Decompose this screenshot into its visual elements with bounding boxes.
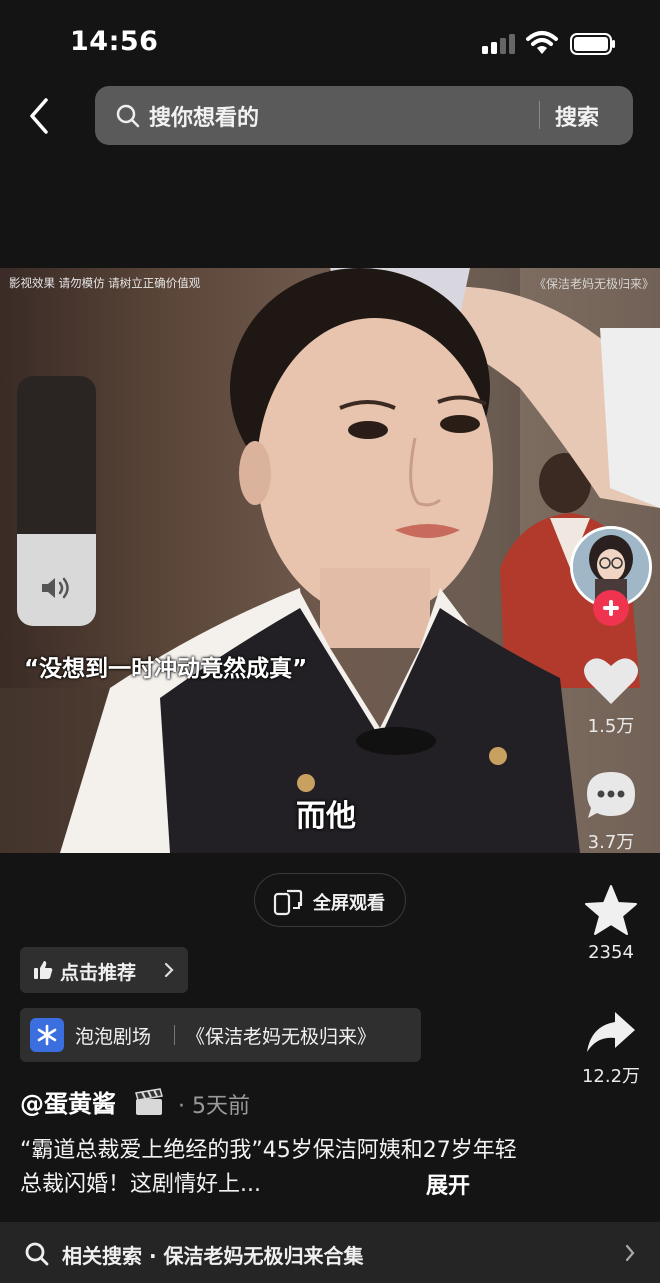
status-bar: 14:56 bbox=[0, 0, 660, 86]
comment-icon bbox=[587, 772, 635, 818]
video-subtitle: 而他 bbox=[296, 799, 356, 834]
video-disclaimer: 影视效果 请勿模仿 请树立正确价值观 bbox=[9, 276, 201, 290]
author-name[interactable]: @蛋黄酱 bbox=[20, 1084, 116, 1119]
search-bar[interactable]: 搜你想看的 搜索 bbox=[95, 86, 633, 145]
battery-icon bbox=[570, 33, 615, 55]
wifi-icon bbox=[526, 31, 558, 54]
heart-icon bbox=[584, 658, 638, 704]
drama-source: 泡泡剧场 bbox=[75, 1026, 152, 1048]
expand-button[interactable]: 展开 bbox=[426, 1168, 470, 1200]
recommend-label: 点击推荐 bbox=[60, 962, 137, 984]
share-count: 12.2万 bbox=[581, 1066, 641, 1087]
chevron-right-icon bbox=[164, 962, 174, 978]
clapperboard-icon bbox=[135, 1088, 163, 1115]
comment-count: 3.7万 bbox=[587, 832, 635, 853]
fullscreen-label: 全屏观看 bbox=[313, 893, 385, 914]
fullscreen-icon bbox=[273, 889, 303, 916]
speaker-icon bbox=[42, 577, 69, 599]
follow-button[interactable] bbox=[593, 590, 629, 626]
drama-link[interactable]: 泡泡剧场 《保洁老妈无极归来》 bbox=[20, 1008, 421, 1062]
like-button[interactable]: 1.5万 bbox=[571, 654, 651, 738]
video-frame-image bbox=[0, 268, 660, 853]
back-button[interactable] bbox=[22, 96, 58, 136]
comment-button[interactable]: 3.7万 bbox=[571, 768, 651, 854]
cellular-signal-icon bbox=[482, 34, 518, 54]
like-count: 1.5万 bbox=[587, 716, 635, 737]
volume-slider[interactable] bbox=[17, 376, 96, 626]
related-search-bar[interactable]: 相关搜索 · 保洁老妈无极归来合集 bbox=[0, 1222, 660, 1283]
favorite-button[interactable]: 2354 bbox=[571, 884, 651, 963]
search-button[interactable]: 搜索 bbox=[555, 100, 599, 132]
recommend-button[interactable]: 点击推荐 bbox=[20, 947, 188, 993]
video-watermark: 《保洁老妈无极归来》 bbox=[533, 277, 654, 291]
related-search-text: 相关搜索 · 保洁老妈无极归来合集 bbox=[62, 1244, 364, 1268]
status-time: 14:56 bbox=[70, 26, 159, 57]
favorite-count: 2354 bbox=[588, 942, 634, 963]
drama-title: 《保洁老妈无极归来》 bbox=[186, 1026, 377, 1048]
search-icon bbox=[25, 1242, 49, 1266]
quote-caption: “没想到一时冲动竟然成真” bbox=[24, 656, 308, 682]
chevron-right-icon bbox=[625, 1244, 635, 1262]
fullscreen-button[interactable]: 全屏观看 bbox=[254, 873, 406, 927]
drama-divider bbox=[174, 1025, 175, 1045]
share-button[interactable]: 12.2万 bbox=[571, 1008, 651, 1088]
video-player[interactable]: 影视效果 请勿模仿 请树立正确价值观 《保洁老妈无极归来》 “没想到一时冲动竟然… bbox=[0, 268, 660, 853]
share-arrow-icon bbox=[587, 1012, 635, 1052]
star-icon bbox=[585, 885, 637, 935]
search-input[interactable]: 搜你想看的 bbox=[149, 100, 259, 132]
bubble-theater-logo-icon bbox=[30, 1018, 64, 1052]
thumbs-up-icon bbox=[34, 961, 53, 979]
post-time: · 5天前 bbox=[178, 1094, 250, 1119]
search-icon bbox=[116, 104, 140, 128]
search-divider bbox=[539, 101, 540, 129]
